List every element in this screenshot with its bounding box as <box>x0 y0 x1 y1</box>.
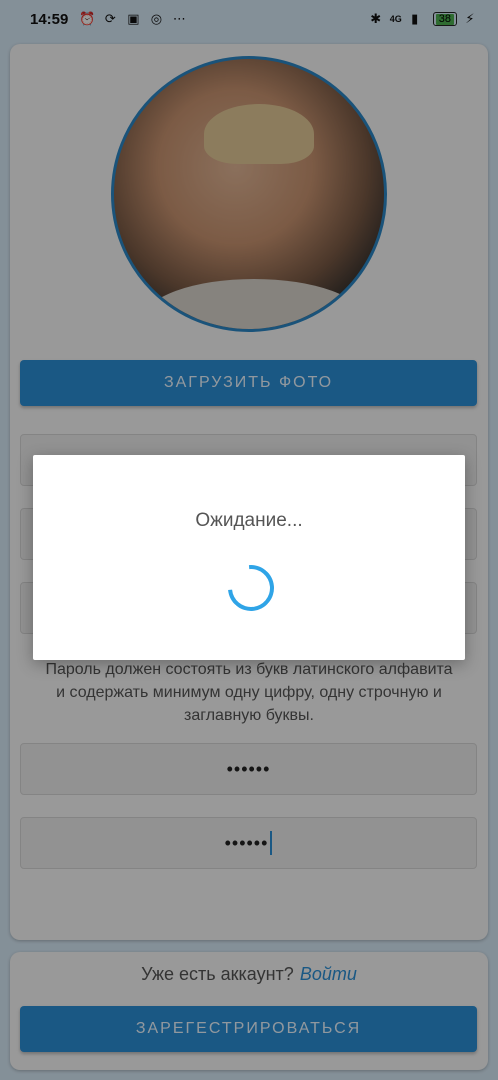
loading-dialog: Ожидание... <box>33 455 465 660</box>
loading-message: Ожидание... <box>195 510 303 531</box>
loading-spinner-icon <box>218 555 284 621</box>
